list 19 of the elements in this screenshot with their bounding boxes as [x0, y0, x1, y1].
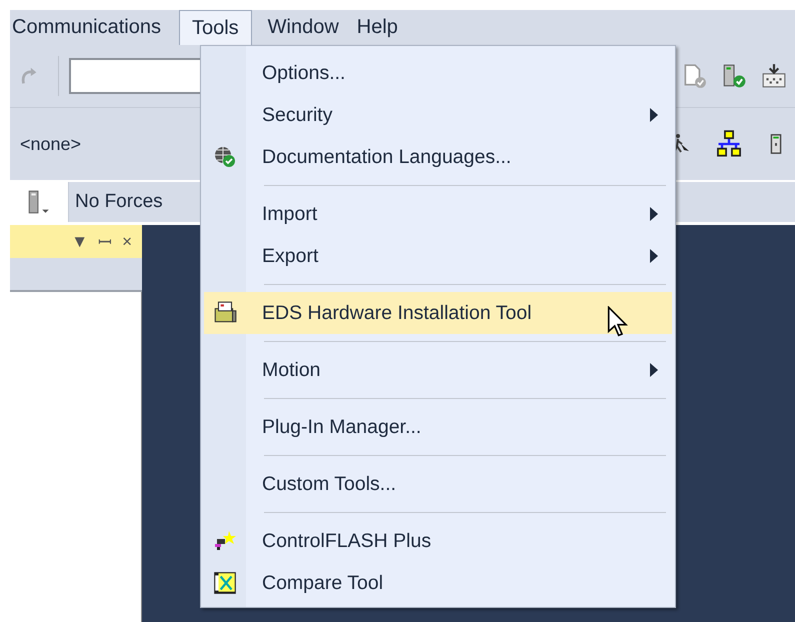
menu-item[interactable]: ControlFLASH Plus [204, 520, 672, 562]
forces-status: No Forces [74, 190, 163, 214]
menu-item[interactable]: Plug-In Manager... [204, 406, 672, 448]
menu-item[interactable]: EDS Hardware Installation Tool [204, 292, 672, 334]
routine-selector[interactable]: <none> [20, 134, 82, 154]
menubar-item[interactable]: Communications [10, 10, 175, 45]
dropdown-button[interactable]: ▼ [71, 232, 88, 252]
menu-item[interactable]: Compare Tool [204, 562, 672, 604]
menu-item[interactable]: Motion [204, 349, 672, 391]
close-button[interactable]: × [122, 232, 132, 252]
menu-item[interactable]: Custom Tools... [204, 463, 672, 505]
menu-item[interactable]: Import [204, 193, 672, 235]
menu-item[interactable]: Security [204, 94, 672, 136]
menu-item[interactable]: Documentation Languages... [204, 136, 672, 178]
pin-button[interactable]: ꟷ [98, 230, 112, 253]
menubar-item[interactable]: Window [252, 10, 353, 45]
menubar-item[interactable]: Tools [178, 10, 252, 45]
menubar-item[interactable]: Help [354, 10, 412, 45]
menu-item[interactable]: Export [204, 235, 672, 277]
